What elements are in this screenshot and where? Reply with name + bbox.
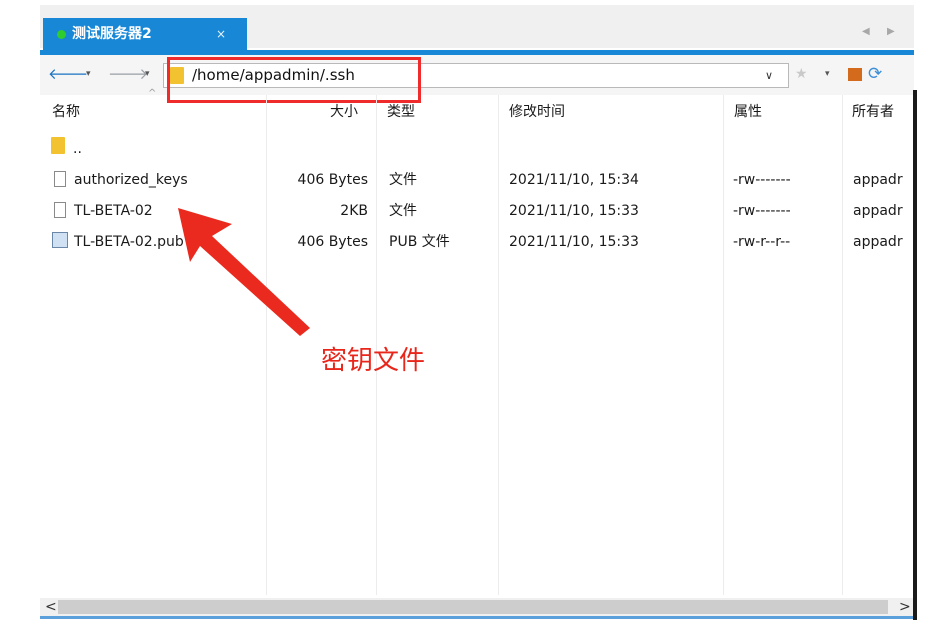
annotation-arrow	[178, 208, 310, 336]
scroll-left-icon[interactable]: <	[45, 598, 57, 616]
scroll-right-icon[interactable]: >	[899, 598, 911, 616]
arrow-shape	[178, 208, 310, 336]
annotation-label: 密钥文件	[321, 346, 426, 376]
scrollbar-thumb[interactable]	[58, 600, 888, 614]
window-edge	[913, 90, 917, 620]
status-line	[40, 616, 914, 619]
